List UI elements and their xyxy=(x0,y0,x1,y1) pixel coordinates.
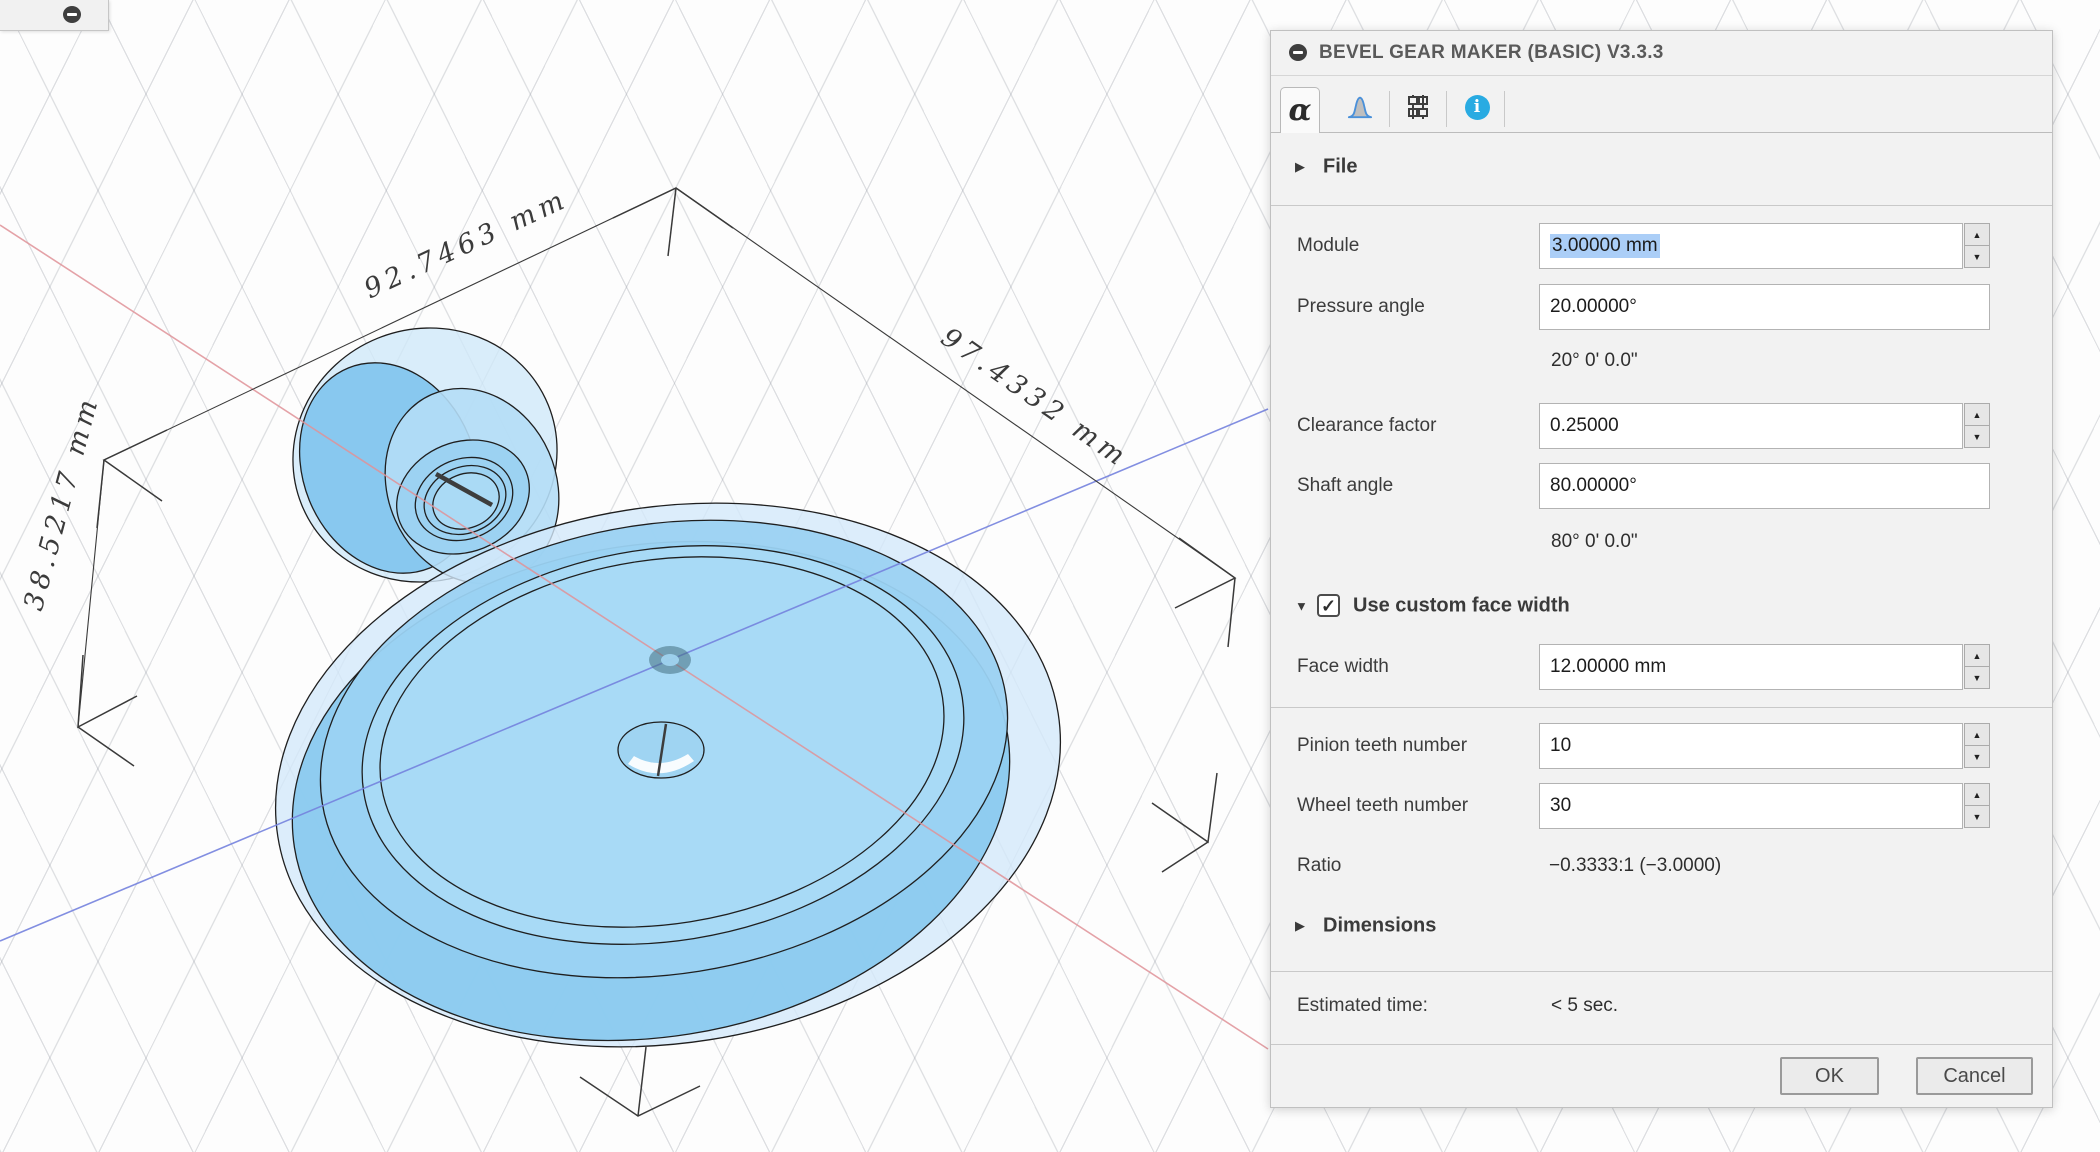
module-spinner: ▲ ▼ xyxy=(1964,223,1990,269)
dimension-label-depth: 97.4332 mm xyxy=(935,322,1134,474)
spinner-up-button[interactable]: ▲ xyxy=(1964,403,1990,426)
shaft-angle-label: Shaft angle xyxy=(1297,475,1393,497)
file-section-label: File xyxy=(1323,156,1357,179)
use-custom-face-width-checkbox[interactable]: ✓ xyxy=(1317,594,1340,617)
ratio-label: Ratio xyxy=(1297,855,1341,877)
dimensions-section-label: Dimensions xyxy=(1323,915,1436,938)
shaft-angle-dms: 80° 0' 0.0" xyxy=(1551,531,1638,553)
spinner-down-button[interactable]: ▼ xyxy=(1964,745,1990,768)
ok-button[interactable]: OK xyxy=(1780,1057,1879,1095)
app-screen: 92.7463 mm 97.4332 mm 38.5217 mm BEVEL G… xyxy=(0,0,2100,1152)
collapsed-palette xyxy=(0,0,109,31)
wheel-teeth-label: Wheel teeth number xyxy=(1297,795,1468,817)
tab-separator xyxy=(1446,91,1447,127)
tab-advanced-params[interactable] xyxy=(1405,94,1431,120)
pinion-teeth-input[interactable]: 10 xyxy=(1539,723,1963,769)
pinion-teeth-label: Pinion teeth number xyxy=(1297,735,1467,757)
chevron-right-icon[interactable]: ▶ xyxy=(1295,159,1305,175)
spinner-up-button[interactable]: ▲ xyxy=(1964,644,1990,667)
divider xyxy=(1271,707,2052,708)
chevron-down-icon[interactable]: ▼ xyxy=(1295,599,1308,614)
tab-gear-profile[interactable] xyxy=(1347,94,1373,120)
cancel-button[interactable]: Cancel xyxy=(1916,1057,2033,1095)
shaft-angle-input[interactable]: 80.00000° xyxy=(1539,463,1990,509)
info-icon: i xyxy=(1465,95,1490,120)
origin-marker[interactable] xyxy=(649,646,691,674)
tab-info[interactable]: i xyxy=(1464,94,1490,120)
spinner-down-button[interactable]: ▼ xyxy=(1964,666,1990,689)
wheel-teeth-input[interactable]: 30 xyxy=(1539,783,1963,829)
tab-separator xyxy=(1504,91,1505,127)
dialog-footer: OK Cancel xyxy=(1271,1044,2052,1109)
sliders-icon xyxy=(1405,94,1431,120)
face-width-label: Face width xyxy=(1297,656,1389,678)
custom-face-width-row: ▼ ✓ Use custom face width xyxy=(1271,586,2052,626)
chevron-right-icon[interactable]: ▶ xyxy=(1295,918,1305,934)
clearance-factor-label: Clearance factor xyxy=(1297,415,1436,437)
dimension-label-width: 92.7463 mm xyxy=(360,183,574,305)
estimated-time-label: Estimated time: xyxy=(1297,995,1428,1017)
estimated-time-value: < 5 sec. xyxy=(1551,995,1618,1017)
face-width-input[interactable]: 12.00000 mm xyxy=(1539,644,1963,690)
dialog-collapse-icon[interactable] xyxy=(1289,44,1307,61)
spinner-down-button[interactable]: ▼ xyxy=(1964,245,1990,268)
pressure-angle-input[interactable]: 20.00000° xyxy=(1539,284,1990,330)
ratio-value: −0.3333:1 (−3.0000) xyxy=(1549,855,1721,877)
spinner-down-button[interactable]: ▼ xyxy=(1964,425,1990,448)
tab-parameters-alpha[interactable]: α xyxy=(1280,87,1320,133)
divider xyxy=(1271,205,2052,206)
dialog-titlebar: BEVEL GEAR MAKER (BASIC) V3.3.3 xyxy=(1271,31,2052,76)
dialog-title: BEVEL GEAR MAKER (BASIC) V3.3.3 xyxy=(1319,31,1664,75)
wheel-teeth-spinner: ▲ ▼ xyxy=(1964,783,1990,829)
clearance-factor-spinner: ▲ ▼ xyxy=(1964,403,1990,449)
face-width-spinner: ▲ ▼ xyxy=(1964,644,1990,690)
spinner-down-button[interactable]: ▼ xyxy=(1964,805,1990,828)
palette-collapse-icon[interactable] xyxy=(63,6,81,23)
bevel-gear-maker-dialog: BEVEL GEAR MAKER (BASIC) V3.3.3 α xyxy=(1270,30,2053,1108)
tab-separator xyxy=(1389,91,1390,127)
use-custom-face-width-label: Use custom face width xyxy=(1353,595,1570,618)
spinner-up-button[interactable]: ▲ xyxy=(1964,783,1990,806)
file-section-header[interactable]: ▶ File xyxy=(1271,147,2052,187)
clearance-factor-input[interactable]: 0.25000 xyxy=(1539,403,1963,449)
module-input[interactable]: 3.00000 mm xyxy=(1539,223,1963,269)
pressure-angle-label: Pressure angle xyxy=(1297,296,1425,318)
dialog-tabstrip: α i xyxy=(1271,75,2052,133)
spinner-up-button[interactable]: ▲ xyxy=(1964,223,1990,246)
spinner-up-button[interactable]: ▲ xyxy=(1964,723,1990,746)
module-value-selected: 3.00000 mm xyxy=(1550,234,1660,258)
divider xyxy=(1271,971,2052,972)
pinion-teeth-spinner: ▲ ▼ xyxy=(1964,723,1990,769)
pressure-angle-dms: 20° 0' 0.0" xyxy=(1551,350,1638,372)
dimensions-section-header[interactable]: ▶ Dimensions xyxy=(1271,906,2052,946)
gear-tooth-icon xyxy=(1347,94,1373,120)
module-label: Module xyxy=(1297,235,1359,257)
